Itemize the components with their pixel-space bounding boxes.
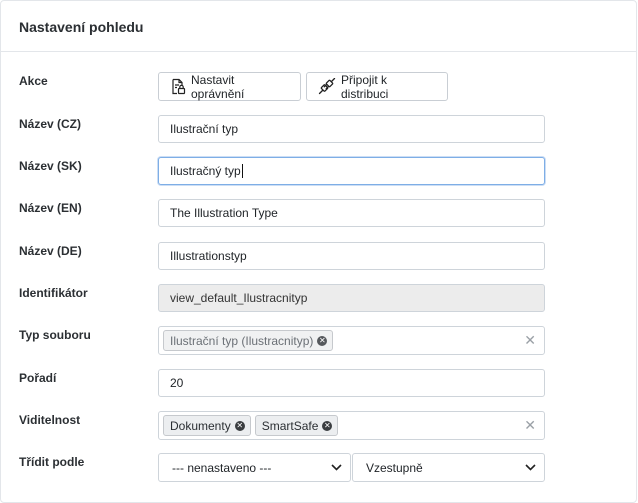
panel-title: Nastavení pohledu bbox=[19, 19, 144, 35]
name-de-value: Illustrationstyp bbox=[170, 249, 247, 263]
clear-selection-icon[interactable]: ✕ bbox=[524, 333, 536, 347]
remove-chip-icon[interactable]: ✕ bbox=[234, 420, 245, 431]
label-nazev-de: Název (DE) bbox=[19, 244, 82, 258]
clear-selection-icon[interactable]: ✕ bbox=[524, 418, 536, 432]
file-type-chip: Ilustrační typ (Ilustracnityp) ✕ bbox=[163, 330, 334, 351]
label-poradi: Pořadí bbox=[19, 371, 57, 385]
order-input[interactable]: 20 bbox=[158, 369, 545, 397]
sort-field-select[interactable]: --- nenastaveno --- bbox=[158, 453, 351, 482]
file-type-multiselect[interactable]: Ilustrační typ (Ilustracnityp) ✕ ✕ bbox=[158, 326, 545, 355]
visibility-chip-label: SmartSafe bbox=[261, 418, 319, 433]
label-identifikator: Identifikátor bbox=[19, 286, 88, 300]
visibility-chip-label: Dokumenty bbox=[170, 418, 231, 433]
remove-chip-icon[interactable]: ✕ bbox=[322, 420, 333, 431]
name-cz-input[interactable]: Ilustrační typ bbox=[158, 115, 545, 143]
view-settings-panel: Nastavení pohledu Akce Nastavit oprávněn… bbox=[0, 0, 637, 503]
visibility-chip: Dokumenty ✕ bbox=[163, 415, 251, 436]
identifier-input: view_default_Ilustracnityp bbox=[158, 284, 545, 312]
visibility-multiselect[interactable]: Dokumenty ✕ SmartSafe ✕ ✕ bbox=[158, 411, 545, 440]
visibility-chip: SmartSafe ✕ bbox=[254, 415, 339, 436]
label-typ-souboru: Typ souboru bbox=[19, 328, 91, 342]
label-nazev-en: Název (EN) bbox=[19, 201, 82, 215]
document-lock-icon bbox=[170, 78, 186, 95]
name-cz-value: Ilustrační typ bbox=[170, 122, 239, 136]
name-en-value: The Illustration Type bbox=[170, 206, 278, 220]
name-de-input[interactable]: Illustrationstyp bbox=[158, 242, 545, 270]
label-viditelnost: Viditelnost bbox=[19, 413, 81, 427]
order-value: 20 bbox=[170, 376, 184, 390]
plug-connect-icon bbox=[318, 78, 336, 95]
chevron-down-icon bbox=[525, 464, 536, 471]
sort-direction-select[interactable]: Vzestupně bbox=[352, 453, 545, 482]
name-sk-input[interactable]: Ilustračný typ bbox=[158, 157, 545, 185]
name-en-input[interactable]: The Illustration Type bbox=[158, 199, 545, 227]
set-permissions-button[interactable]: Nastavit oprávnění bbox=[158, 72, 301, 101]
file-type-chip-label: Ilustrační typ (Ilustracnityp) bbox=[170, 333, 314, 348]
connect-distribution-button[interactable]: Připojit k distribuci bbox=[306, 72, 448, 101]
label-nazev-sk: Název (SK) bbox=[19, 159, 82, 173]
label-nazev-cz: Název (CZ) bbox=[19, 117, 82, 131]
label-tridit-podle: Třídit podle bbox=[19, 455, 85, 469]
sort-field-value: --- nenastaveno --- bbox=[172, 460, 272, 475]
text-caret bbox=[241, 164, 243, 178]
set-permissions-label: Nastavit oprávnění bbox=[191, 72, 245, 101]
connect-distribution-label: Připojit k distribuci bbox=[341, 72, 389, 101]
remove-chip-icon[interactable]: ✕ bbox=[317, 335, 328, 346]
panel-header: Nastavení pohledu bbox=[1, 1, 636, 52]
label-akce: Akce bbox=[19, 74, 48, 88]
chevron-down-icon bbox=[331, 464, 342, 471]
sort-direction-value: Vzestupně bbox=[366, 460, 423, 475]
name-sk-value: Ilustračný typ bbox=[170, 164, 241, 178]
identifier-value: view_default_Ilustracnityp bbox=[170, 291, 308, 305]
